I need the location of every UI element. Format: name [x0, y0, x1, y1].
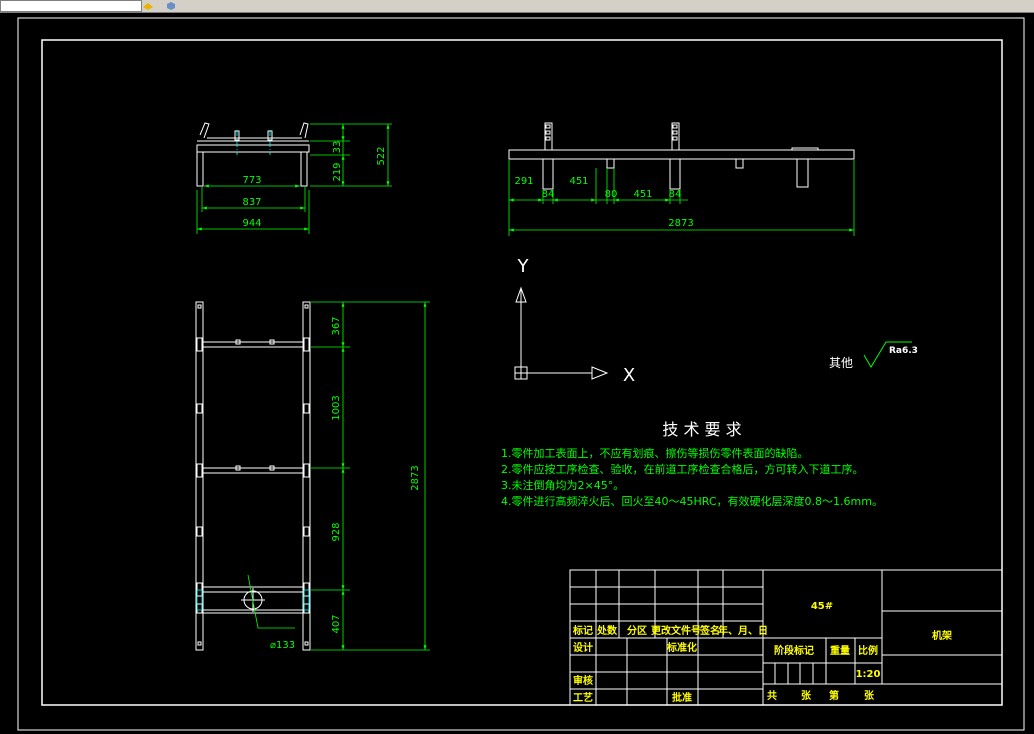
dim-522: 522: [376, 146, 387, 165]
lbl-total: 共: [767, 689, 777, 702]
lbl-review: 审核: [573, 674, 593, 687]
drawing-canvas[interactable]: 773 837 944 33 219 522 291 84 451 80 451…: [0, 13, 1034, 734]
tech-item-3: 3.未注倒角均为2×45°。: [501, 478, 624, 492]
dim-773: 773: [242, 175, 261, 186]
dim-1003: 1003: [331, 395, 342, 420]
dim-219: 219: [332, 162, 343, 181]
dim-80: 80: [605, 189, 618, 200]
lbl-stage: 阶段标记: [774, 644, 814, 657]
lbl-sheet-2: 张: [864, 689, 875, 702]
cube-icon[interactable]: [166, 1, 176, 10]
window-toolbar: [0, 0, 1034, 13]
lbl-process: 工艺: [573, 691, 593, 704]
ucs-icon: [514, 286, 609, 380]
dim-451-right: 451: [633, 189, 652, 200]
plan-view-dimensions: [247, 301, 430, 651]
hdr-date: 年、月、日: [718, 624, 768, 637]
tech-title: 技 术 要 求: [662, 420, 741, 439]
lbl-weight: 重量: [830, 644, 850, 657]
hdr-doc: 更改文件号: [651, 624, 701, 637]
dim-291: 291: [514, 176, 533, 187]
layer-icon[interactable]: [143, 1, 153, 10]
plan-view: [195, 301, 311, 651]
hdr-zone: 分区: [627, 624, 647, 637]
dim-84-left: 84: [542, 189, 555, 200]
lbl-design: 设计: [573, 641, 593, 654]
lbl-approve: 批准: [672, 691, 692, 704]
dim-diameter: ⌀133: [270, 640, 295, 651]
lbl-sheet-1: 张: [801, 689, 812, 702]
hdr-count: 处数: [596, 624, 618, 637]
lbl-std: 标准化: [666, 641, 697, 654]
tech-item-4: 4.零件进行高频淬火后、回火至40～45HRC，有效硬化层深度0.8～1.6mm…: [501, 494, 883, 508]
hdr-mark: 标记: [572, 624, 593, 637]
dim-2873-plan: 2873: [410, 465, 421, 490]
dim-2873-side: 2873: [668, 218, 693, 229]
title-part-name: 机架: [932, 629, 952, 642]
scale-value: 1:20: [856, 669, 881, 680]
title-material: 45#: [811, 601, 833, 612]
toolbar-input[interactable]: [0, 0, 142, 12]
lbl-page: 第: [829, 689, 839, 702]
side-view: [508, 122, 855, 190]
dim-928: 928: [331, 522, 342, 541]
hdr-sign: 签名: [699, 624, 720, 637]
roughness-value: Ra6.3: [889, 346, 918, 356]
tech-item-2: 2.零件应按工序检查、验收，在前道工序检查合格后，方可转入下道工序。: [501, 462, 864, 476]
dim-451-left: 451: [569, 176, 588, 187]
axis-y-label: Y: [517, 256, 530, 277]
front-view-centerlines: [236, 130, 271, 155]
tech-item-1: 1.零件加工表面上，不应有划痕、擦伤等损伤零件表面的缺陷。: [501, 446, 809, 460]
dim-837: 837: [242, 197, 261, 208]
dim-944: 944: [242, 218, 261, 229]
lbl-scale: 比例: [858, 644, 878, 657]
dim-367: 367: [331, 316, 342, 335]
dim-407: 407: [331, 614, 342, 633]
dim-84-right: 84: [669, 189, 682, 200]
roughness-label: 其他: [829, 356, 853, 370]
dim-33: 33: [332, 141, 343, 154]
axis-x-label: X: [623, 365, 635, 386]
